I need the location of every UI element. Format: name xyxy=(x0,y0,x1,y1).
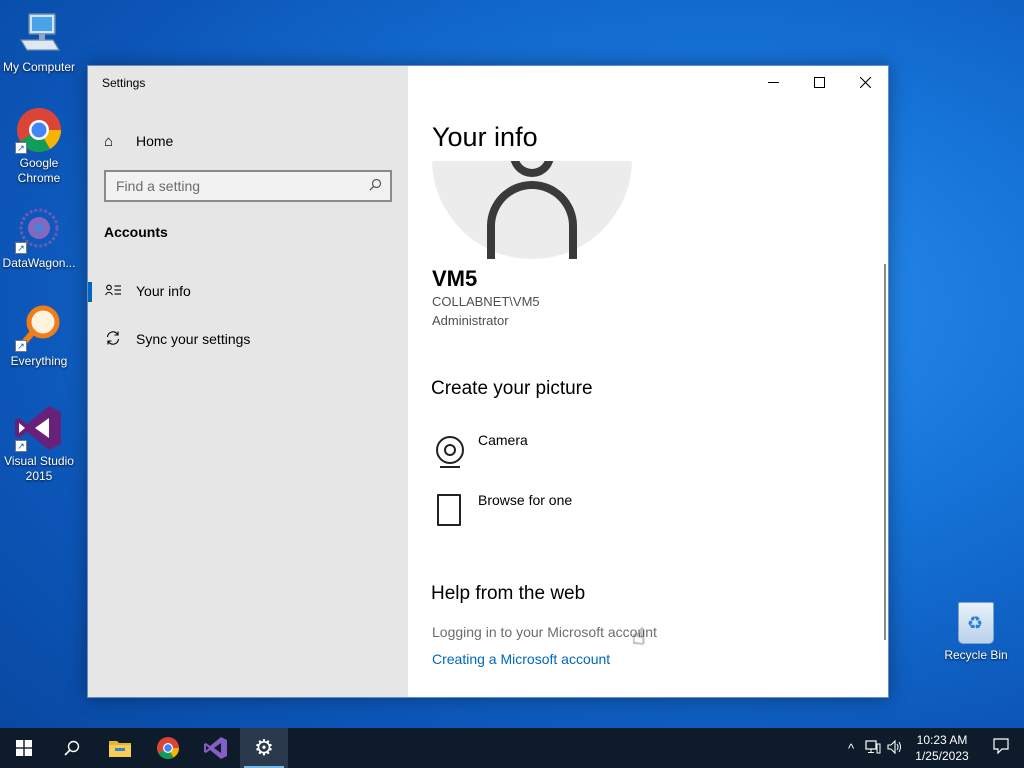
volume-icon[interactable] xyxy=(884,739,906,757)
home-icon: ⌂ xyxy=(104,132,114,150)
taskbar-chrome[interactable] xyxy=(144,728,192,768)
notification-icon xyxy=(993,737,1009,754)
shortcut-arrow-icon: ↗ xyxy=(15,340,27,352)
nav-item-sync-settings[interactable]: Sync your settings xyxy=(88,320,408,358)
start-icon xyxy=(16,740,32,756)
file-explorer-icon xyxy=(109,741,131,757)
nav-item-label: Your info xyxy=(136,283,191,299)
help-heading: Help from the web xyxy=(431,583,586,604)
taskbar-visual-studio[interactable] xyxy=(192,728,240,768)
clock-time: 10:23 AM xyxy=(916,733,968,747)
camera-icon xyxy=(432,432,468,468)
desktop-icon-label: Recycle Bin xyxy=(944,648,1008,662)
desktop-icon-recycle-bin[interactable]: Recycle Bin xyxy=(940,602,1012,662)
user-card-icon xyxy=(104,283,122,299)
camera-option-label: Camera xyxy=(478,432,528,448)
page-title: Your info xyxy=(432,122,538,152)
desktop-icon-google-chrome[interactable]: ↗ Google Chrome xyxy=(0,106,78,186)
everything-search-icon: ↗ xyxy=(15,304,63,352)
datawagon-icon: ↗ xyxy=(15,206,63,254)
user-name: VM5 xyxy=(432,266,478,291)
create-picture-heading: Create your picture xyxy=(431,378,593,399)
desktop-icon-label: Everything xyxy=(10,354,68,368)
chrome-icon xyxy=(157,737,179,759)
minimize-button[interactable] xyxy=(750,66,796,98)
minimize-icon xyxy=(767,81,779,83)
content-pane: Your info VM5 COLLABNET\VM5 Administrato… xyxy=(408,66,888,697)
taskbar-file-explorer[interactable] xyxy=(96,728,144,768)
avatar-head-outline xyxy=(510,161,554,177)
desktop-icon-label: DataWagon... xyxy=(2,256,76,270)
system-tray: ^ 10:23 AM 1/25/2023 xyxy=(840,728,1024,768)
maximize-icon xyxy=(813,76,825,88)
shortcut-arrow-icon: ↗ xyxy=(15,242,27,254)
section-heading-accounts: Accounts xyxy=(104,224,168,240)
desktop-icon-label: Visual Studio 2015 xyxy=(4,454,74,483)
chevron-up-icon[interactable]: ^ xyxy=(840,741,862,756)
desktop-icon-my-computer[interactable]: My Computer xyxy=(0,10,78,75)
shortcut-arrow-icon: ↗ xyxy=(15,142,27,154)
search-placeholder: Find a setting xyxy=(116,178,201,194)
help-link-logging-in[interactable]: Logging in to your Microsoft account xyxy=(432,624,657,640)
hand-cursor-icon: ☝ xyxy=(632,624,646,649)
nav-home-label: Home xyxy=(136,133,174,149)
taskbar: ⚙ ^ 10:23 AM 1/25/2023 xyxy=(0,728,1024,768)
desktop-icon-everything[interactable]: ↗ Everything xyxy=(0,304,78,369)
sync-icon xyxy=(104,330,122,349)
recycle-bin-icon xyxy=(958,602,994,644)
taskbar-settings[interactable]: ⚙ xyxy=(240,728,288,768)
scrollbar[interactable] xyxy=(884,264,886,640)
user-domain: COLLABNET\VM5 xyxy=(432,294,540,309)
computer-icon xyxy=(15,10,63,58)
visual-studio-icon xyxy=(204,737,227,759)
search-icon xyxy=(64,740,80,756)
nav-item-your-info[interactable]: Your info xyxy=(88,272,408,310)
close-button[interactable] xyxy=(842,66,888,98)
camera-option[interactable]: Camera xyxy=(432,432,528,468)
taskbar-clock[interactable]: 10:23 AM 1/25/2023 xyxy=(906,732,978,764)
shortcut-arrow-icon: ↗ xyxy=(15,440,27,452)
browse-option-label: Browse for one xyxy=(478,492,573,508)
desktop-icon-datawagon[interactable]: ↗ DataWagon... xyxy=(0,206,78,271)
maximize-button[interactable] xyxy=(796,66,842,98)
taskbar-search-button[interactable] xyxy=(48,728,96,768)
file-icon xyxy=(432,492,468,528)
nav-item-label: Sync your settings xyxy=(136,331,251,347)
search-icon[interactable] xyxy=(369,178,382,194)
user-role: Administrator xyxy=(432,313,509,328)
desktop-icon-visual-studio[interactable]: ↗ Visual Studio 2015 xyxy=(0,404,78,484)
avatar xyxy=(432,161,632,259)
avatar-shoulders-outline xyxy=(487,181,577,259)
desktop-icon-label: Google Chrome xyxy=(17,156,61,185)
desktop-icon-label: My Computer xyxy=(2,60,76,74)
navigation-pane: Settings ⌂ Home Find a setting Accounts … xyxy=(88,66,408,697)
settings-gear-icon: ⚙ xyxy=(254,735,274,760)
clock-date: 1/25/2023 xyxy=(915,749,969,763)
start-button[interactable] xyxy=(0,728,48,768)
notification-center-button[interactable] xyxy=(978,737,1024,759)
browse-option[interactable]: Browse for one xyxy=(432,492,572,528)
avatar-background xyxy=(432,161,632,259)
search-input[interactable]: Find a setting xyxy=(104,170,392,202)
close-icon xyxy=(859,76,871,88)
window-title: Settings xyxy=(102,76,146,90)
settings-window: Settings ⌂ Home Find a setting Accounts … xyxy=(87,65,889,698)
nav-home[interactable]: ⌂ Home xyxy=(104,130,173,152)
visual-studio-icon: ↗ xyxy=(15,404,63,452)
chrome-icon: ↗ xyxy=(15,106,63,154)
network-icon[interactable] xyxy=(862,739,884,757)
help-link-create-account[interactable]: Creating a Microsoft account xyxy=(432,651,610,667)
